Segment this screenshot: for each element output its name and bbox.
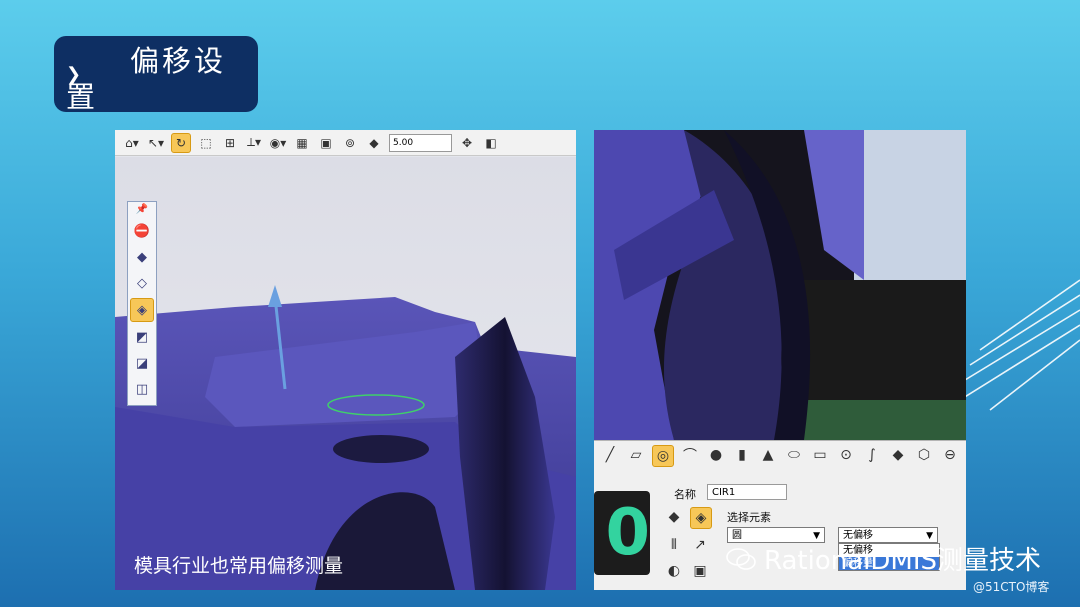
decorative-lines <box>960 279 1080 411</box>
window-icon[interactable]: ▣ <box>690 561 710 581</box>
left-screenshot: ⌂▾ ↖▾ ↻ ⬚ ⊞ ⟂▾ ◉▾ ▦ ▣ ⊚ ◆ 5.00 ✥ ◧ 📌 ⛔ ◆… <box>115 130 576 590</box>
offset-icon[interactable]: ◈ <box>690 507 712 529</box>
arc-icon[interactable]: ⌒ <box>680 445 700 465</box>
ellipse-icon[interactable]: ⬭ <box>784 445 804 465</box>
cad-closeup-render <box>594 130 966 440</box>
option-icons: ◆ ◈ ⫴ ↗ ◐ ▣ <box>664 507 712 581</box>
name-label: 名称 <box>674 488 696 501</box>
surface-select-icon[interactable]: ◇ <box>131 272 153 294</box>
polygon-icon[interactable]: ⬡ <box>914 445 934 465</box>
counter-display: 0 <box>594 491 650 575</box>
cylinder-icon[interactable]: ⊚ <box>341 134 359 152</box>
probe-icon[interactable]: ◆ <box>365 134 383 152</box>
tolerance-icon[interactable]: ⫴ <box>664 535 684 555</box>
zoom-box-icon[interactable]: ⬚ <box>197 134 215 152</box>
watermark-text: RationalDMIS测量技术 <box>764 546 1042 576</box>
plane-icon[interactable]: ▱ <box>626 445 646 465</box>
surface-icon[interactable]: ◆ <box>888 445 908 465</box>
move-icon[interactable]: ✥ <box>458 134 476 152</box>
slide-title: ❯ 偏移设 置 <box>54 36 258 114</box>
cylinder-icon[interactable]: ▮ <box>732 445 752 465</box>
caption: 模具行业也常用偏移测量 <box>134 555 344 577</box>
offset-tool-palette: 📌 ⛔ ◆ ◇ ◈ ◩ ◪ ◫ <box>127 201 157 406</box>
vector-icon[interactable]: ↗ <box>690 535 710 555</box>
multi-select-icon[interactable]: ◫ <box>131 378 153 400</box>
cad-viewport[interactable]: 📌 ⛔ ◆ ◇ ◈ ◩ ◪ ◫ <box>115 157 576 590</box>
site-watermark: @51CTO博客 <box>973 580 1050 594</box>
line-icon[interactable]: ╱ <box>600 445 620 465</box>
rotate-icon[interactable]: ↻ <box>171 132 191 153</box>
offset-select-icon[interactable]: ◈ <box>130 298 154 322</box>
probe-select-icon[interactable]: ◆ <box>131 246 153 268</box>
name-field[interactable]: CIR1 <box>707 484 787 500</box>
no-offset-icon[interactable]: ⛔ <box>131 220 153 242</box>
color-icon[interactable]: ▦ <box>293 134 311 152</box>
pointer-icon[interactable]: ↖▾ <box>147 134 165 152</box>
watermark: RationalDMIS测量技术 <box>726 540 1041 577</box>
point-icon[interactable]: ⊖ <box>940 445 960 465</box>
slide-title-line1: 偏移设 <box>130 44 227 78</box>
pin-icon[interactable]: 📌 <box>136 204 148 216</box>
zoom-input[interactable]: 5.00 <box>389 133 452 152</box>
feature-type-toolbar: ╱ ▱ ◎ ⌒ ● ▮ ▲ ⬭ ▭ ⊙ ∫ ◆ ⬡ ⊖ <box>600 445 960 467</box>
right-screenshot: ╱ ▱ ◎ ⌒ ● ▮ ▲ ⬭ ▭ ⊙ ∫ ◆ ⬡ ⊖ 名称 CIR1 0 ◆ … <box>594 130 966 590</box>
toolbar: ⌂▾ ↖▾ ↻ ⬚ ⊞ ⟂▾ ◉▾ ▦ ▣ ⊚ ◆ 5.00 ✥ ◧ <box>115 130 576 156</box>
circle-icon[interactable]: ◎ <box>652 445 674 467</box>
wechat-icon <box>726 547 756 570</box>
cube-icon[interactable]: ◧ <box>482 134 500 152</box>
slot-icon[interactable]: ▭ <box>810 445 830 465</box>
cone-icon[interactable]: ▲ <box>758 445 778 465</box>
axis-icon[interactable]: ⟂▾ <box>245 134 263 152</box>
curve-icon[interactable]: ∫ <box>862 445 882 465</box>
slide-title-line2: 置 <box>66 80 96 114</box>
probe-icon[interactable]: ◆ <box>664 507 684 527</box>
sphere-icon[interactable]: ● <box>706 445 726 465</box>
eye-icon[interactable]: ◉▾ <box>269 134 287 152</box>
home-icon[interactable]: ⌂▾ <box>123 134 141 152</box>
select-element-label: 选择元素 <box>727 511 771 524</box>
torus-icon[interactable]: ⊙ <box>836 445 856 465</box>
camera-icon[interactable]: ▣ <box>317 134 335 152</box>
direction-select-icon[interactable]: ◪ <box>131 352 153 374</box>
edge-select-icon[interactable]: ◩ <box>131 326 153 348</box>
cad-part-render <box>115 285 576 590</box>
color-probe-icon[interactable]: ◐ <box>664 561 684 581</box>
fit-view-icon[interactable]: ⊞ <box>221 134 239 152</box>
